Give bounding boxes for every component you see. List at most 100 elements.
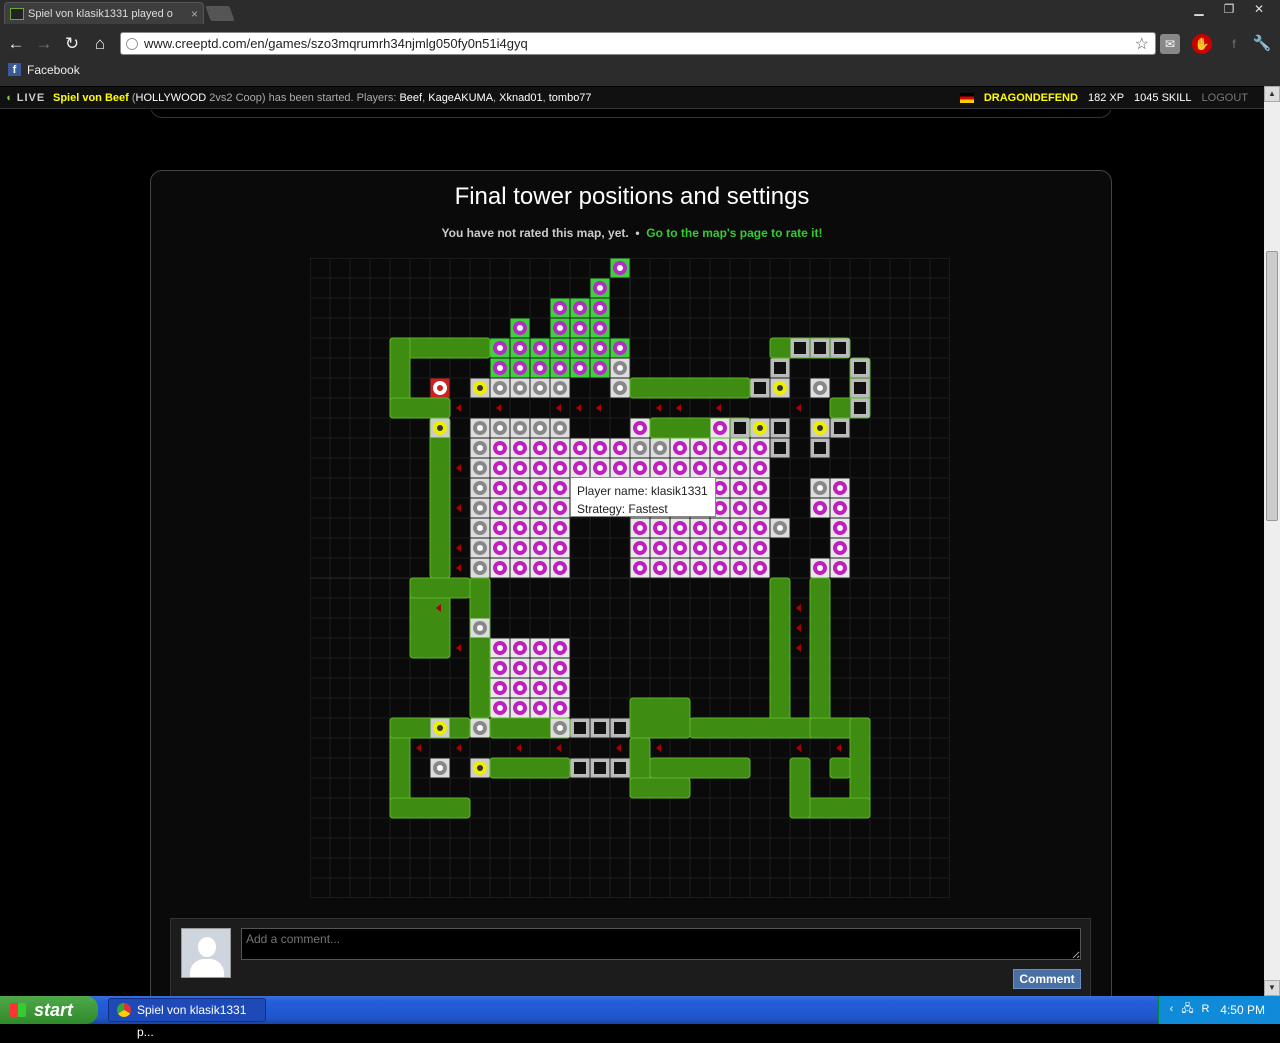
minimize-icon[interactable]: ▁ xyxy=(1184,0,1214,18)
reload-icon[interactable]: ↻ xyxy=(61,33,83,55)
tower-green xyxy=(510,318,530,338)
player-link[interactable]: tombo77 xyxy=(549,92,592,104)
tower-green xyxy=(550,298,570,318)
logout-link[interactable]: LOGOUT xyxy=(1202,87,1248,109)
tower-flake xyxy=(470,558,490,578)
tower-pink xyxy=(490,558,510,578)
tower-pink xyxy=(690,558,710,578)
player-link[interactable]: Beef xyxy=(399,92,422,104)
browser-tab[interactable]: Spiel von klasik1331 played o × xyxy=(4,2,204,24)
player-link[interactable]: KageAKUMA xyxy=(428,92,493,104)
comment-input[interactable] xyxy=(241,928,1081,960)
tower-pink xyxy=(670,458,690,478)
tower-green xyxy=(490,338,510,358)
tower-pink xyxy=(510,518,530,538)
tower-pink xyxy=(530,658,550,678)
path-arrow-icon xyxy=(516,744,521,752)
gmail-icon[interactable]: ✉ xyxy=(1160,34,1180,54)
adblock-icon[interactable]: ✋ xyxy=(1192,34,1212,54)
window-controls: ▁ ❐ ✕ xyxy=(1184,0,1274,18)
tower-pink xyxy=(490,698,510,718)
address-bar[interactable]: www.creeptd.com/en/games/szo3mqrumrh34nj… xyxy=(120,32,1156,55)
path-arrow-icon xyxy=(576,404,581,412)
tower-flake xyxy=(810,378,830,398)
page-scrollbar[interactable]: ▲ ▼ xyxy=(1264,86,1280,996)
tower-green xyxy=(590,338,610,358)
tower-flake xyxy=(650,438,670,458)
tower-pink xyxy=(690,518,710,538)
tower-flake xyxy=(430,758,450,778)
network-icon[interactable]: 🖧 xyxy=(1181,1003,1194,1016)
tower-dark xyxy=(570,758,590,778)
path-arrow-icon xyxy=(676,404,681,412)
scroll-up-icon[interactable]: ▲ xyxy=(1264,86,1280,102)
back-icon[interactable]: ← xyxy=(5,33,27,55)
tower-flake xyxy=(510,418,530,438)
path-arrow-icon xyxy=(836,744,841,752)
star-icon[interactable]: ☆ xyxy=(1135,34,1149,54)
tower-flake xyxy=(470,478,490,498)
tower-pink xyxy=(750,438,770,458)
tower-flake xyxy=(810,478,830,498)
wrench-icon[interactable]: 🔧 xyxy=(1252,34,1272,54)
tower-dark xyxy=(850,398,870,418)
tower-pink xyxy=(710,418,730,438)
home-icon[interactable]: ⌂ xyxy=(89,33,111,55)
tower-flake xyxy=(490,418,510,438)
tower-dark xyxy=(610,758,630,778)
forward-icon[interactable]: → xyxy=(33,33,55,55)
path-segment xyxy=(629,697,691,739)
tower-pink xyxy=(730,438,750,458)
windows-taskbar: start Spiel von klasik1331 p... ‹ 🖧 R 4:… xyxy=(0,996,1280,1039)
tower-dark xyxy=(610,718,630,738)
tower-flake xyxy=(470,438,490,458)
tower-pink xyxy=(650,458,670,478)
comment-button[interactable]: Comment xyxy=(1013,969,1081,989)
tower-pink xyxy=(490,658,510,678)
tower-pink xyxy=(690,458,710,478)
tab-close-icon[interactable]: × xyxy=(191,7,198,21)
tower-dark xyxy=(770,438,790,458)
tower-flake xyxy=(470,718,490,738)
new-tab-button[interactable] xyxy=(205,6,235,21)
tower-flake xyxy=(470,518,490,538)
scroll-down-icon[interactable]: ▼ xyxy=(1264,980,1280,996)
tower-pink xyxy=(650,538,670,558)
rate-map-link[interactable]: Go to the map's page to rate it! xyxy=(646,226,822,240)
close-window-icon[interactable]: ✕ xyxy=(1244,0,1274,18)
username-link[interactable]: DRAGONDEFEND xyxy=(984,87,1078,109)
tower-pink xyxy=(530,698,550,718)
tower-green xyxy=(590,318,610,338)
tower-pink xyxy=(630,538,650,558)
tower-pink xyxy=(510,698,530,718)
tower-flake xyxy=(550,418,570,438)
path-arrow-icon xyxy=(416,744,421,752)
page-info-icon xyxy=(126,38,138,50)
tower-pink xyxy=(530,458,550,478)
taskbar-chrome-window[interactable]: Spiel von klasik1331 p... xyxy=(108,998,266,1039)
tower-green xyxy=(510,338,530,358)
tower-pink xyxy=(490,538,510,558)
start-button[interactable]: start xyxy=(0,996,98,1024)
german-flag-icon xyxy=(959,93,974,103)
scrollbar-thumb[interactable] xyxy=(1266,251,1278,521)
path-arrow-icon xyxy=(556,744,561,752)
tower-pink xyxy=(550,458,570,478)
path-segment xyxy=(389,717,471,739)
tower-green xyxy=(550,358,570,378)
tower-pink xyxy=(650,518,670,538)
tower-pink xyxy=(630,518,650,538)
tower-pink xyxy=(610,438,630,458)
facebook-bookmark-icon: f xyxy=(8,63,21,76)
tower-pink xyxy=(730,538,750,558)
facebook-icon[interactable]: f xyxy=(1224,34,1244,54)
game-name-link[interactable]: Spiel von Beef xyxy=(53,92,129,104)
tower-green xyxy=(570,298,590,318)
player-link[interactable]: Xknad01 xyxy=(499,92,542,104)
tray-app-icon[interactable]: R xyxy=(1199,1003,1212,1016)
tray-arrow-icon[interactable]: ‹ xyxy=(1165,1003,1178,1016)
live-notification-bar: ◖ LIVE Spiel von Beef (HOLLYWOOD 2vs2 Co… xyxy=(0,87,1264,109)
maximize-icon[interactable]: ❐ xyxy=(1214,0,1244,18)
tower-pink xyxy=(510,538,530,558)
tower-pink xyxy=(550,518,570,538)
